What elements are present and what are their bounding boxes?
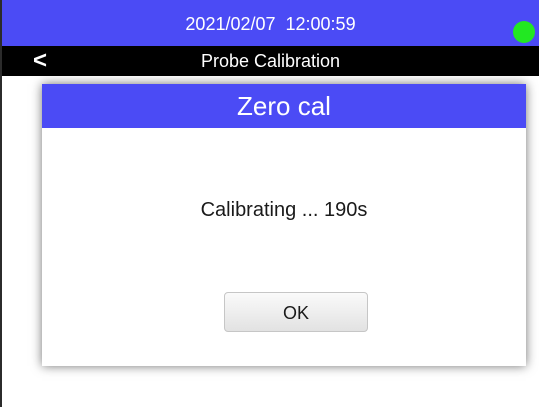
zero-cal-dialog: Zero cal Calibrating ... 190s OK	[42, 84, 526, 366]
page-title: Probe Calibration	[200, 51, 341, 71]
status-datetime: 2021/02/07 12:00:59	[185, 14, 356, 34]
status-dot-icon	[513, 21, 535, 43]
calibration-status-message: Calibrating ... 190s	[200, 199, 368, 221]
back-button[interactable]: <	[28, 46, 52, 76]
dialog-title: Zero cal	[42, 84, 526, 128]
status-bar: 2021/02/07 12:00:59	[2, 0, 539, 46]
ok-button[interactable]: OK	[224, 292, 368, 332]
title-bar: Probe Calibration <	[2, 46, 539, 76]
